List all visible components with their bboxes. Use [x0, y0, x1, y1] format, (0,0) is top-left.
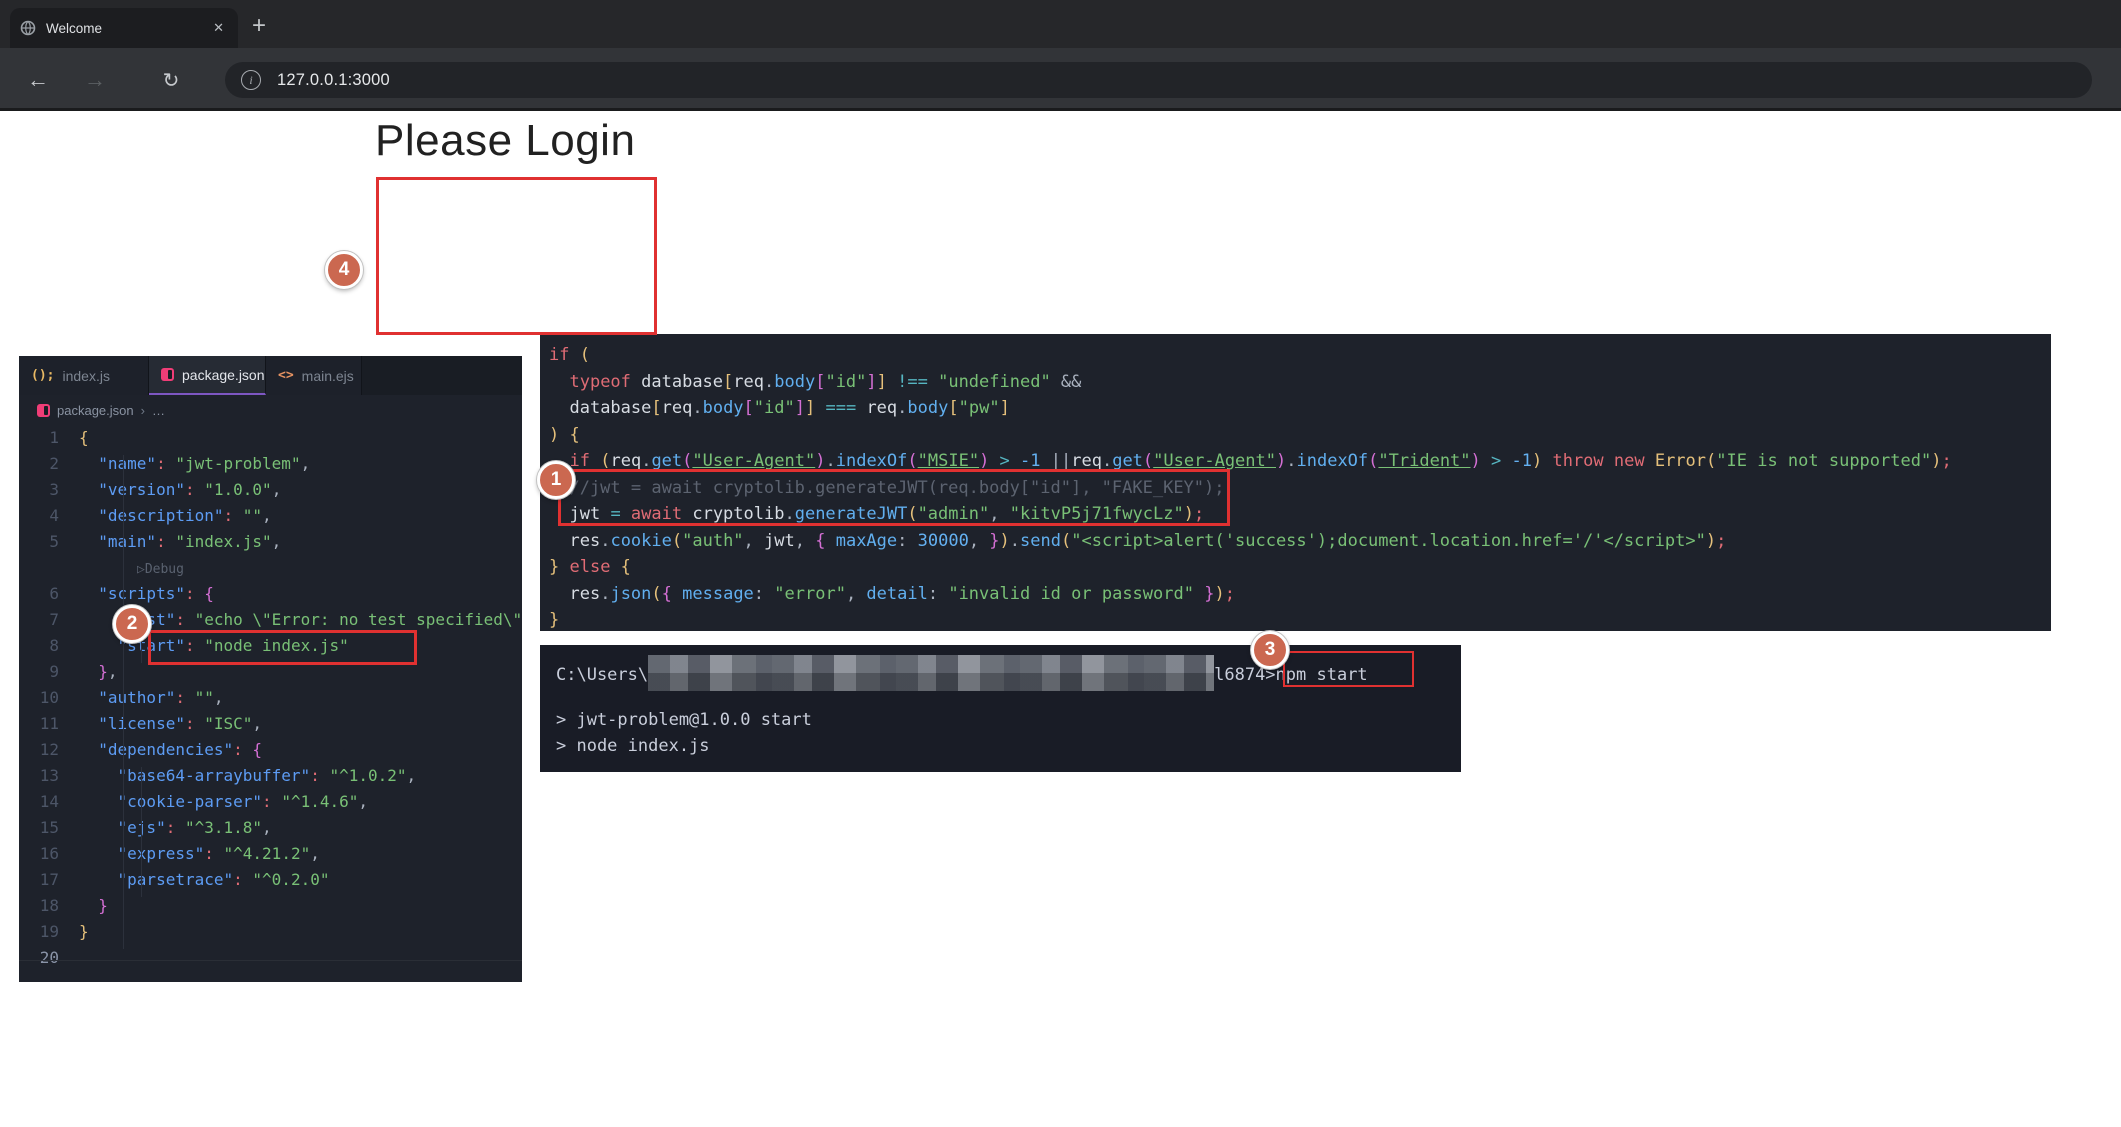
- reload-icon[interactable]: ↻: [153, 62, 189, 98]
- annotation-circle-4: 4: [325, 251, 363, 289]
- code-line: 3 "version": "1.0.0",: [19, 477, 522, 503]
- annotation-circle-3: 3: [1251, 631, 1289, 669]
- annotation-box-jwt-lines: [558, 469, 1230, 526]
- code-line: ) {: [549, 422, 2051, 449]
- code-line: 19}: [19, 919, 522, 945]
- code-line: 12 "dependencies": {: [19, 737, 522, 763]
- browser-tab-welcome[interactable]: Welcome ✕: [10, 8, 238, 48]
- tab-close-icon[interactable]: ✕: [209, 18, 228, 38]
- editor-pane[interactable]: 1{2 "name": "jwt-problem",3 "version": "…: [19, 425, 522, 982]
- privacy-blur: [648, 655, 1214, 691]
- codelens-row: ▷Debug: [19, 555, 522, 581]
- forward-icon[interactable]: →: [77, 62, 113, 98]
- code-line: 16 "express": "^4.21.2",: [19, 841, 522, 867]
- indent-guide: [141, 767, 142, 897]
- annotation-box-npm-start: [1283, 651, 1414, 687]
- code-line: 4 "description": "",: [19, 503, 522, 529]
- url-text[interactable]: 127.0.0.1:3000: [277, 71, 390, 90]
- annotation-box-start-script: [148, 630, 417, 665]
- code-line: 20: [19, 945, 522, 971]
- globe-favicon-icon: [20, 20, 36, 36]
- breadcrumb-more[interactable]: …: [152, 403, 165, 418]
- code-line: res.json({ message: "error", detail: "in…: [549, 581, 2051, 608]
- chevron-right-icon: ›: [141, 403, 145, 418]
- code-line: 1{: [19, 425, 522, 451]
- code-line: 11 "license": "ISC",: [19, 711, 522, 737]
- editor-tab-mainejs[interactable]: <> main.ejs: [266, 356, 362, 395]
- json-file-icon: [161, 368, 174, 381]
- terminal-output-line: > jwt-problem@1.0.0 start: [556, 707, 1461, 733]
- screenshot-canvas: Welcome ✕ + ← → ↻ i 127.0.0.1:3000 Pleas…: [0, 0, 2121, 1127]
- code-line: 5 "main": "index.js",: [19, 529, 522, 555]
- code-line: 18 }: [19, 893, 522, 919]
- code-line: 2 "name": "jwt-problem",: [19, 451, 522, 477]
- annotation-circle-1: 1: [537, 461, 575, 499]
- vscode-window: (); index.js package.json ✕ <> main.ejs …: [19, 356, 522, 982]
- code-line: 15 "ejs": "^3.1.8",: [19, 815, 522, 841]
- code-line: res.cookie("auth", jwt, { maxAge: 30000,…: [549, 528, 2051, 555]
- breadcrumb-file: package.json: [57, 403, 134, 418]
- javascript-file-icon: ();: [31, 368, 54, 383]
- tab-title: Welcome: [46, 21, 209, 36]
- editor-tab-indexjs[interactable]: (); index.js: [19, 356, 149, 395]
- tab-label: index.js: [62, 368, 109, 384]
- code-line: 17 "parsetrace": "^0.2.0": [19, 867, 522, 893]
- editor-tabbar: (); index.js package.json ✕ <> main.ejs: [19, 356, 522, 395]
- code-line: database[req.body["id"]] === req.body["p…: [549, 395, 2051, 422]
- address-bar[interactable]: i 127.0.0.1:3000: [225, 62, 2092, 98]
- indent-guide: [123, 455, 124, 949]
- code-line: }: [549, 607, 2051, 631]
- editor-scrollbar-track[interactable]: [19, 960, 522, 961]
- code-line: 14 "cookie-parser": "^1.4.6",: [19, 789, 522, 815]
- new-tab-button[interactable]: +: [252, 12, 266, 40]
- code-line: } else {: [549, 554, 2051, 581]
- site-info-icon[interactable]: i: [241, 70, 261, 90]
- prompt-path: C:\Users\: [556, 665, 648, 685]
- login-form-annotation-box: [376, 177, 657, 335]
- breadcrumb[interactable]: package.json › …: [19, 395, 522, 425]
- json-file-icon: [37, 404, 50, 417]
- code-line: 6 "scripts": {: [19, 581, 522, 607]
- code-line: typeof database[req.body["id"]] !== "und…: [549, 369, 2051, 396]
- annotation-circle-2: 2: [113, 605, 151, 643]
- back-icon[interactable]: ←: [20, 62, 56, 98]
- toolbar-divider: [0, 108, 2121, 111]
- code-line: if (: [549, 342, 2051, 369]
- tab-label: package.json: [182, 367, 265, 383]
- tab-label: main.ejs: [302, 368, 354, 384]
- code-line: 13 "base64-arraybuffer": "^1.0.2",: [19, 763, 522, 789]
- terminal-output-line: > node index.js: [556, 733, 1461, 759]
- editor-tab-packagejson[interactable]: package.json ✕: [149, 356, 266, 395]
- browser-tabstrip: Welcome ✕ +: [0, 0, 2121, 48]
- ejs-file-icon: <>: [278, 368, 294, 383]
- code-line: 10 "author": "",: [19, 685, 522, 711]
- page-title: Please Login: [375, 116, 635, 166]
